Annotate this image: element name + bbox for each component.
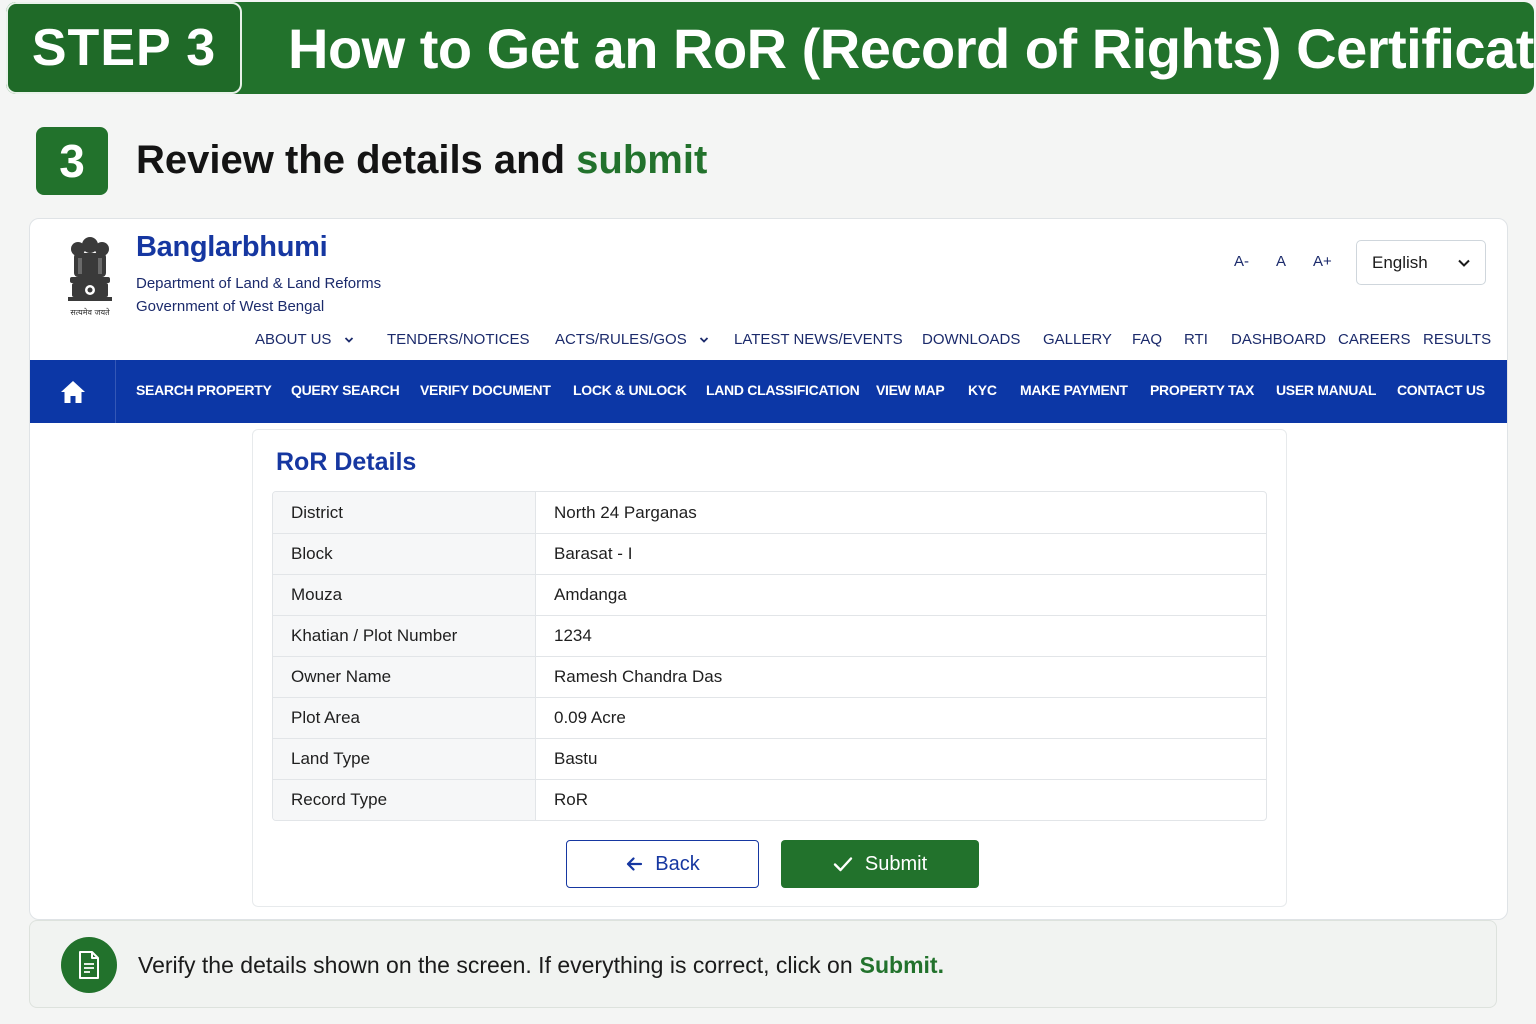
step-banner: STEP 3 How to Get an RoR (Record of Righ…: [6, 2, 1534, 94]
check-icon: [833, 857, 853, 872]
row-label: District: [273, 492, 536, 533]
table-row: Block Barasat - I: [273, 533, 1266, 574]
home-icon: [60, 380, 85, 403]
row-label: Record Type: [273, 780, 536, 820]
table-row: Mouza Amdanga: [273, 574, 1266, 615]
topnav-tenders-notices[interactable]: TENDERS/NOTICES: [387, 331, 530, 348]
row-label: Khatian / Plot Number: [273, 616, 536, 656]
topnav-careers[interactable]: CAREERS: [1338, 331, 1411, 348]
topnav-dashboard[interactable]: DASHBOARD: [1231, 331, 1326, 348]
nav-make-payment[interactable]: MAKE PAYMENT: [1020, 382, 1128, 398]
nav-query-search[interactable]: QUERY SEARCH: [291, 382, 400, 398]
step-heading-accent: submit: [576, 138, 708, 182]
state-emblem-icon: सत्यमेव जयते: [64, 231, 116, 319]
topnav-downloads[interactable]: DOWNLOADS: [922, 331, 1020, 348]
document-icon: [61, 937, 117, 993]
row-label: Plot Area: [273, 698, 536, 738]
nav-lock-unlock[interactable]: LOCK & UNLOCK: [573, 382, 687, 398]
topnav-rti[interactable]: RTI: [1184, 331, 1208, 348]
ror-details-panel: RoR Details District North 24 Parganas B…: [252, 429, 1287, 907]
brand-name[interactable]: Banglarbhumi: [136, 231, 381, 264]
row-value: Barasat - I: [554, 544, 633, 563]
tip-message: Verify the details shown on the screen. …: [138, 951, 853, 978]
brand-block[interactable]: Banglarbhumi Department of Land & Land R…: [136, 231, 381, 318]
step-heading-text: Review the details and: [136, 138, 566, 182]
panel-title: RoR Details: [276, 448, 417, 476]
chevron-down-icon: [1458, 259, 1470, 267]
row-value: Amdanga: [554, 585, 627, 604]
row-label: Block: [273, 534, 536, 574]
table-row: Record Type RoR: [273, 779, 1266, 820]
topnav-results[interactable]: RESULTS: [1423, 331, 1491, 348]
topnav-latest-news-events[interactable]: LATEST NEWS/EVENTS: [734, 331, 903, 348]
home-button[interactable]: [30, 360, 116, 423]
row-label: Land Type: [273, 739, 536, 779]
row-label: Mouza: [273, 575, 536, 615]
topnav-label: ACTS/RULES/GOS: [555, 331, 687, 348]
nav-search-property[interactable]: SEARCH PROPERTY: [136, 382, 272, 398]
back-button[interactable]: Back: [566, 840, 759, 888]
nav-kyc[interactable]: KYC: [968, 382, 997, 398]
step-number: 3: [36, 127, 108, 195]
language-select[interactable]: English: [1356, 240, 1486, 285]
font-increase-button[interactable]: A+: [1313, 253, 1332, 270]
tip-accent: Submit.: [859, 951, 944, 978]
nav-user-manual[interactable]: USER MANUAL: [1276, 382, 1376, 398]
table-row: Owner Name Ramesh Chandra Das: [273, 656, 1266, 697]
arrow-left-icon: [627, 857, 643, 871]
government-name: Government of West Bengal: [136, 298, 325, 315]
nav-contact-us[interactable]: CONTACT US: [1397, 382, 1485, 398]
topnav-acts-rules-gos[interactable]: ACTS/RULES/GOS: [555, 331, 709, 348]
row-value: Ramesh Chandra Das: [554, 667, 723, 686]
row-value: North 24 Parganas: [554, 502, 697, 522]
row-value: 1234: [554, 626, 592, 645]
language-value: English: [1372, 252, 1428, 272]
back-button-label: Back: [655, 852, 700, 875]
banner-title: How to Get an RoR (Record of Rights) Cer…: [288, 16, 1534, 80]
nav-property-tax[interactable]: PROPERTY TAX: [1150, 382, 1254, 398]
table-row: Plot Area 0.09 Acre: [273, 697, 1266, 738]
font-reset-button[interactable]: A: [1276, 253, 1286, 270]
main-nav-bar: SEARCH PROPERTY QUERY SEARCH VERIFY DOCU…: [30, 360, 1507, 423]
tip-text: Verify the details shown on the screen. …: [138, 921, 944, 1009]
submit-button[interactable]: Submit: [781, 840, 979, 888]
row-value: RoR: [554, 790, 589, 809]
chevron-down-icon: [344, 337, 353, 343]
ror-details-table: District North 24 Parganas Block Barasat…: [272, 491, 1267, 821]
table-row: Land Type Bastu: [273, 738, 1266, 779]
submit-button-label: Submit: [864, 852, 928, 875]
chevron-down-icon: [699, 337, 709, 343]
department-name: Department of Land & Land Reforms: [136, 275, 382, 292]
topnav-about-us[interactable]: ABOUT US: [255, 331, 354, 348]
emblem-caption: सत्यमेव जयते: [70, 307, 110, 317]
topnav-label: ABOUT US: [255, 331, 332, 348]
topnav-gallery[interactable]: GALLERY: [1043, 331, 1112, 348]
table-row: Khatian / Plot Number 1234: [273, 615, 1266, 656]
topnav-faq[interactable]: FAQ: [1132, 331, 1162, 348]
font-decrease-button[interactable]: A-: [1234, 253, 1249, 270]
website-frame: सत्यमेव जयते Banglarbhumi Department of …: [29, 218, 1508, 920]
nav-land-classification[interactable]: LAND CLASSIFICATION: [706, 382, 860, 398]
row-value: Bastu: [554, 749, 598, 768]
step-heading: Review the details and submit: [136, 138, 707, 183]
table-row: District North 24 Parganas: [273, 492, 1266, 533]
row-value: 0.09 Acre: [554, 708, 626, 727]
step-badge: STEP 3: [6, 2, 242, 94]
nav-verify-document[interactable]: VERIFY DOCUMENT: [420, 382, 551, 398]
nav-view-map[interactable]: VIEW MAP: [876, 382, 945, 398]
instruction-tip: Verify the details shown on the screen. …: [29, 920, 1497, 1008]
row-label: Owner Name: [273, 657, 536, 697]
